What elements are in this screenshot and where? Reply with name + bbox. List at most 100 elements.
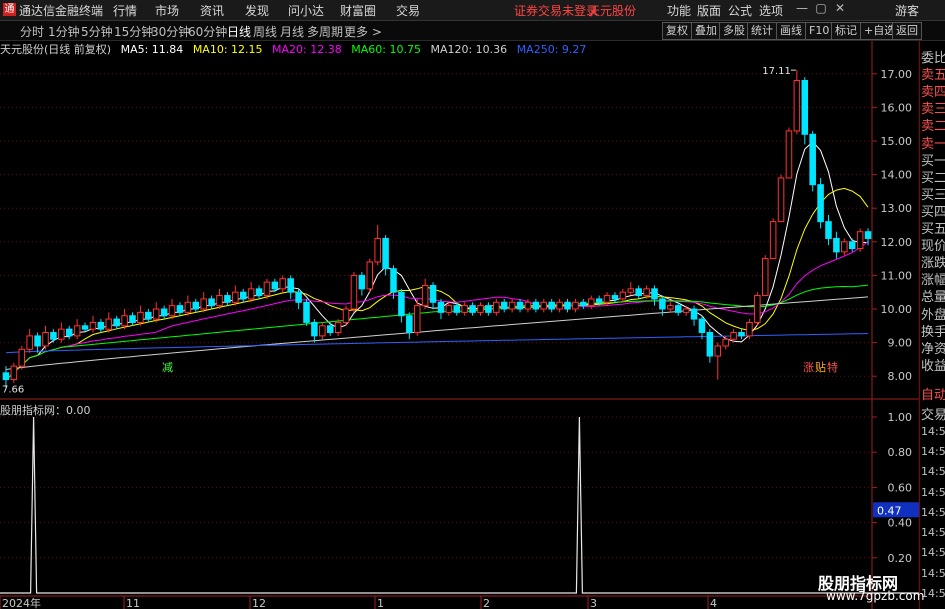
- maximize-icon[interactable]: ▢: [812, 1, 830, 18]
- menu-hangqing[interactable]: 行情: [113, 2, 137, 19]
- candle-body: [540, 301, 548, 310]
- candle-body: [113, 318, 120, 327]
- candle-body: [516, 301, 524, 310]
- huaxian-button[interactable]: 画线: [776, 22, 806, 40]
- date-tick-label: 11: [126, 597, 140, 609]
- candle-body: [825, 221, 832, 239]
- menu-zixun[interactable]: 资讯: [200, 2, 224, 19]
- watermark-url: www.7gpzb.com: [826, 589, 925, 603]
- period-1min[interactable]: 1分钟: [48, 23, 80, 40]
- indicator-chart: 1.00 0.80 0.60 0.40 0.20 0.47: [0, 411, 919, 594]
- back-button[interactable]: 返回: [892, 22, 922, 40]
- candle-body: [635, 288, 642, 297]
- trade-login-notice[interactable]: 证券交易未登录: [514, 2, 598, 19]
- candles: [2, 70, 872, 388]
- indicator-tick-label: 0.60: [888, 481, 913, 494]
- menu-shichang[interactable]: 市场: [155, 2, 179, 19]
- candle-body: [738, 332, 745, 337]
- menu-gongneng[interactable]: 功能: [667, 2, 691, 19]
- current-value-label: 0.47: [877, 504, 902, 517]
- candle-body: [350, 274, 358, 310]
- candle-body: [627, 288, 635, 293]
- indicator-tick-label: 0.20: [888, 552, 913, 565]
- quote-panel: 委比 卖五 卖四 卖三 卖二 卖一 买一 买二 买三 买四 买五 现价 涨跌 涨幅 总量 外盘 换手 净资 收益 自动…: [919, 41, 945, 609]
- candle-body: [603, 295, 611, 303]
- candle-body: [801, 80, 809, 135]
- app-title: 通达信金融终端: [19, 4, 104, 18]
- period-5min[interactable]: 5分钟: [81, 23, 113, 40]
- candle-body: [445, 305, 453, 313]
- minimize-icon[interactable]: —: [793, 1, 811, 18]
- candle-body: [611, 295, 619, 300]
- period-15min[interactable]: 15分钟: [114, 23, 153, 40]
- trade-row-label: 14:56: [921, 465, 945, 479]
- candle-body: [263, 281, 271, 297]
- candle-body: [366, 261, 374, 290]
- kline-chart[interactable]: 17.0016.0015.0014.0013.0012.0011.0010.00…: [0, 41, 919, 609]
- tongji-button[interactable]: 统计: [747, 22, 777, 40]
- diejia-button[interactable]: 叠加: [691, 22, 721, 40]
- candle-body: [453, 305, 461, 313]
- candle-body: [374, 237, 381, 263]
- menu-caifuquan[interactable]: 财富圈: [340, 2, 376, 19]
- candle-body: [121, 315, 128, 327]
- period-daily[interactable]: 日线: [227, 23, 251, 40]
- indicator-header: 股朋指标网：0.00: [0, 402, 91, 418]
- tag-jian: 减: [162, 361, 173, 374]
- period-weekly[interactable]: 周线: [253, 23, 277, 40]
- moving-averages: [5, 140, 869, 380]
- candle-body: [184, 301, 192, 313]
- period-monthly[interactable]: 月线: [280, 23, 304, 40]
- candle-body: [279, 278, 287, 290]
- candle-body: [303, 301, 310, 323]
- period-30min[interactable]: 30分钟: [151, 23, 190, 40]
- candle-body: [841, 241, 848, 253]
- candle-body: [856, 231, 864, 250]
- period-more[interactable]: 更多 >: [344, 23, 382, 40]
- guest-label[interactable]: 游客: [895, 2, 919, 19]
- candle-body: [89, 321, 97, 330]
- indicator-line: [0, 416, 919, 594]
- close-icon[interactable]: ✕: [831, 1, 849, 18]
- fuquan-button[interactable]: 复权: [662, 22, 692, 40]
- candle-body: [651, 288, 658, 300]
- period-fenshi[interactable]: 分时: [20, 23, 44, 40]
- trade-row-label: 14:56: [921, 546, 945, 560]
- candle-body: [239, 291, 247, 300]
- date-tick-label: 4: [710, 597, 717, 609]
- trade-row-label: 14:56: [921, 485, 945, 499]
- candle-body: [532, 301, 540, 310]
- menu-banmian[interactable]: 版面: [697, 2, 721, 19]
- candle-body: [34, 335, 41, 347]
- ma250-line: [5, 333, 869, 354]
- menu-faxian[interactable]: 发现: [245, 2, 269, 19]
- indicator-tick-label: 0.80: [888, 446, 913, 459]
- candle-body: [152, 308, 160, 320]
- biaoji-button[interactable]: 标记: [831, 22, 861, 40]
- menu-xuanxiang[interactable]: 选项: [759, 2, 783, 19]
- menu-gongshi[interactable]: 公式: [728, 2, 752, 19]
- f10-button[interactable]: F10: [805, 22, 834, 40]
- period-multi[interactable]: 多周期: [307, 23, 343, 40]
- candle-body: [817, 184, 824, 223]
- title-bar: 通 通达信金融终端 行情 市场 资讯 发现 问小达 财富圈 交易 证券交易未登录…: [0, 0, 945, 21]
- candle-body: [564, 301, 571, 310]
- candle-body: [73, 325, 81, 337]
- candle-body: [477, 305, 484, 313]
- tag-right: 特: [827, 360, 838, 374]
- candle-body: [809, 133, 816, 186]
- menu-wenxiaoda[interactable]: 问小达: [288, 2, 324, 19]
- trade-row-label: 14:56: [921, 566, 945, 580]
- candle-body: [556, 301, 563, 310]
- candle-body: [129, 315, 136, 323]
- date-tick-label: 2024年: [2, 596, 41, 609]
- period-60min[interactable]: 60分钟: [188, 23, 227, 40]
- candle-body: [10, 365, 18, 381]
- duogu-button[interactable]: 多股: [719, 22, 749, 40]
- candle-body: [785, 130, 793, 179]
- candle-body: [50, 332, 57, 340]
- candle-body: [595, 298, 603, 303]
- candle-body: [382, 237, 389, 270]
- menu-jiaoyi[interactable]: 交易: [396, 2, 420, 19]
- trade-row-label: 14:56: [921, 424, 945, 438]
